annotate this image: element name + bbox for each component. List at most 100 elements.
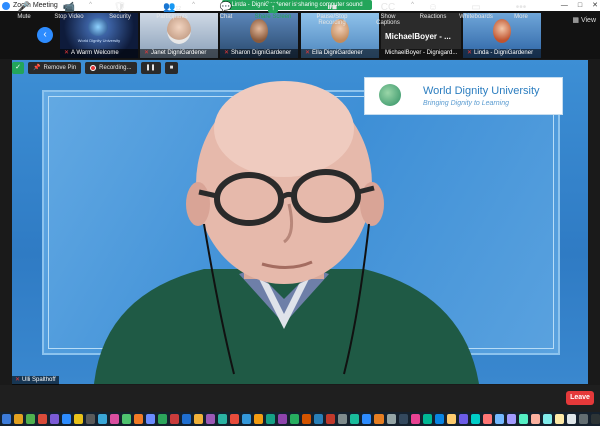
shield-icon: 🛡 xyxy=(113,2,127,13)
globe-icon xyxy=(88,18,108,36)
taskbar-app-icon[interactable] xyxy=(2,414,12,424)
taskbar-app-icon[interactable] xyxy=(230,414,240,424)
taskbar-app-icon[interactable] xyxy=(578,414,588,424)
taskbar-app-icon[interactable] xyxy=(170,414,180,424)
taskbar-app-icon[interactable] xyxy=(386,414,396,424)
taskbar-app-icon[interactable] xyxy=(458,414,468,424)
taskbar-app-icon[interactable] xyxy=(278,414,288,424)
security-shield-icon[interactable]: ✓ xyxy=(12,62,24,74)
taskbar-app-icon[interactable] xyxy=(14,414,24,424)
stop-video-label: Stop Video xyxy=(54,14,84,20)
thumbnail-label: ✕ Sharon DigniGardener xyxy=(220,49,298,58)
strip-back-button[interactable]: ‹ xyxy=(37,27,53,43)
taskbar-app-icon[interactable] xyxy=(218,414,228,424)
taskbar-app-icon[interactable] xyxy=(302,414,312,424)
speaker-video xyxy=(94,81,479,384)
taskbar-app-icon[interactable] xyxy=(158,414,168,424)
taskbar-app-icon[interactable] xyxy=(422,414,432,424)
taskbar-app-icon[interactable] xyxy=(494,414,504,424)
thumbnail-logo-text: World Dignity University xyxy=(77,38,121,43)
taskbar-app-icon[interactable] xyxy=(242,414,252,424)
taskbar-app-icon[interactable] xyxy=(254,414,264,424)
taskbar-app-icon[interactable] xyxy=(122,414,132,424)
taskbar-app-icon[interactable] xyxy=(314,414,324,424)
security-button[interactable]: 🛡 Security xyxy=(108,2,132,20)
participants-button[interactable]: 👥12 Participants ^ xyxy=(155,2,195,20)
maximize-button[interactable]: □ xyxy=(578,0,582,11)
taskbar-app-icon[interactable] xyxy=(470,414,480,424)
taskbar-app-icon[interactable] xyxy=(506,414,516,424)
taskbar-app-icon[interactable] xyxy=(398,414,408,424)
speaker-name-tag: ✕ Ulli Spalthoff xyxy=(12,376,59,385)
chevron-up-icon[interactable]: ^ xyxy=(192,2,195,8)
participant-name-large: MichaelBoyer - ... xyxy=(385,32,451,41)
chat-button[interactable]: 💬 Chat ^ xyxy=(217,2,241,20)
taskbar-app-icon[interactable] xyxy=(146,414,156,424)
taskbar-app-icon[interactable] xyxy=(590,414,600,424)
mic-muted-icon: ✕ xyxy=(15,377,21,383)
taskbar-app-icon[interactable] xyxy=(290,414,300,424)
stop-video-button[interactable]: 📹 Stop Video ^ xyxy=(52,2,92,20)
taskbar-app-icon[interactable] xyxy=(326,414,336,424)
remove-pin-button[interactable]: 📌 Remove Pin xyxy=(28,62,82,74)
taskbar-app-icon[interactable] xyxy=(482,414,492,424)
more-button[interactable]: ••• More xyxy=(512,2,530,20)
mic-muted-icon: ✕ xyxy=(64,50,70,56)
taskbar-app-icon[interactable] xyxy=(194,414,204,424)
taskbar-app-icon[interactable] xyxy=(86,414,96,424)
show-captions-label: Show Captions xyxy=(376,14,400,26)
share-screen-button[interactable]: ↑ Share Screen ^ xyxy=(254,2,298,20)
taskbar-app-icon[interactable] xyxy=(446,414,456,424)
chevron-up-icon[interactable]: ^ xyxy=(238,2,241,8)
taskbar-app-icon[interactable] xyxy=(338,414,348,424)
taskbar-app-icon[interactable] xyxy=(542,414,552,424)
taskbar-app-icon[interactable] xyxy=(62,414,72,424)
taskbar-app-icon[interactable] xyxy=(554,414,564,424)
taskbar-app-icon[interactable] xyxy=(374,414,384,424)
taskbar-app-icon[interactable] xyxy=(566,414,576,424)
mic-muted-icon: ✕ xyxy=(305,50,311,56)
thumbnail-label: ✕ A Warm Welcome xyxy=(60,49,138,58)
taskbar-app-icon[interactable] xyxy=(206,414,216,424)
whiteboards-label: Whiteboards xyxy=(459,14,493,20)
participant-video xyxy=(167,16,191,44)
mute-button[interactable]: 🎤 Mute ^ xyxy=(14,2,40,20)
chevron-up-icon[interactable]: ^ xyxy=(37,2,40,8)
participant-video xyxy=(493,19,511,43)
taskbar-app-icon[interactable] xyxy=(134,414,144,424)
taskbar-app-icon[interactable] xyxy=(410,414,420,424)
chevron-up-icon[interactable]: ^ xyxy=(89,2,92,8)
whiteboards-button[interactable]: ▭ Whiteboards xyxy=(458,2,494,20)
taskbar-app-icon[interactable] xyxy=(530,414,540,424)
pause-recording-button[interactable]: ❚❚ xyxy=(140,62,161,74)
taskbar-app-icon[interactable] xyxy=(98,414,108,424)
taskbar-app-icon[interactable] xyxy=(182,414,192,424)
stop-recording-button[interactable]: ■ xyxy=(164,62,179,74)
microphone-icon: 🎤 xyxy=(17,2,31,13)
recording-indicator: Recording... xyxy=(85,62,137,74)
zoom-logo-icon xyxy=(2,1,10,10)
taskbar-app-icon[interactable] xyxy=(26,414,36,424)
taskbar-app-icon[interactable] xyxy=(350,414,360,424)
leave-button[interactable]: Leave xyxy=(566,391,594,405)
chevron-up-icon[interactable]: ^ xyxy=(295,2,298,8)
taskbar-app-icon[interactable] xyxy=(110,414,120,424)
minimize-button[interactable]: — xyxy=(561,0,568,11)
chevron-up-icon[interactable]: ^ xyxy=(411,2,414,8)
taskbar-app-icon[interactable] xyxy=(518,414,528,424)
view-button[interactable]: ▦ View xyxy=(572,16,596,24)
taskbar-app-icon[interactable] xyxy=(38,414,48,424)
mic-muted-icon: ✕ xyxy=(224,50,230,56)
taskbar-app-icon[interactable] xyxy=(434,414,444,424)
show-captions-button[interactable]: CC Show Captions ^ xyxy=(368,2,414,26)
security-label: Security xyxy=(109,14,131,20)
stop-icon: ■ xyxy=(169,65,174,71)
taskbar-app-icon[interactable] xyxy=(266,414,276,424)
pause-icon: ❚❚ xyxy=(145,65,156,71)
taskbar-app-icon[interactable] xyxy=(362,414,372,424)
reactions-button[interactable]: ☺ Reactions xyxy=(419,2,447,20)
taskbar-app-icon[interactable] xyxy=(50,414,60,424)
taskbar-app-icon[interactable] xyxy=(74,414,84,424)
close-window-button[interactable]: ✕ xyxy=(592,0,598,11)
pause-stop-recording-button[interactable]: ⏸⏹ Pause/Stop Recording xyxy=(302,2,362,26)
